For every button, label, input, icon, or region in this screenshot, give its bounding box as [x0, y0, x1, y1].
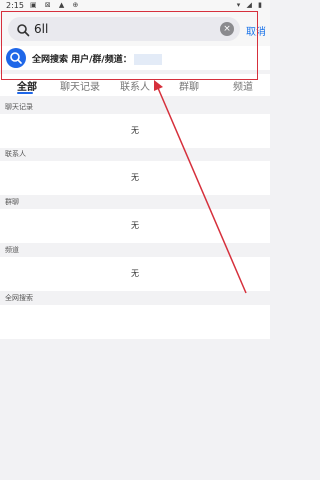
tab-groups[interactable]: 群聊 — [179, 78, 199, 93]
section-header-channels: 频道 — [0, 244, 270, 257]
tab-bar: 全部 聊天记录 联系人 群聊 频道 — [0, 74, 270, 96]
clear-icon[interactable]: × — [220, 22, 234, 36]
section-empty-contacts: 无 — [0, 161, 270, 195]
search-box[interactable]: × — [8, 17, 240, 41]
tab-chat-records[interactable]: 聊天记录 — [60, 78, 100, 93]
global-search-row[interactable]: 全网搜索 用户/群/频道： — [0, 46, 270, 70]
status-time: 2:15 — [6, 1, 24, 10]
section-header-chat-records: 聊天记录 — [0, 101, 270, 114]
global-search-query-blurred — [133, 54, 162, 65]
section-empty-groups: 无 — [0, 209, 270, 243]
global-search-icon — [6, 48, 26, 68]
tab-active-indicator — [17, 92, 33, 94]
search-input[interactable] — [34, 19, 204, 39]
section-header-global-search: 全网搜索 — [0, 292, 270, 305]
global-search-text: 全网搜索 用户/群/频道： — [32, 52, 162, 65]
notification-icons: ▣ ⊠ ▲ ⊕ — [30, 1, 82, 9]
section-global-search-body — [0, 305, 270, 339]
system-icons: ▾ ◢ ▮ — [236, 1, 264, 9]
section-empty-chat-records: 无 — [0, 114, 270, 148]
search-header: × 取消 — [0, 12, 270, 46]
status-bar: 2:15 ▣ ⊠ ▲ ⊕ ▾ ◢ ▮ — [0, 0, 270, 12]
search-icon — [16, 22, 30, 37]
tab-all[interactable]: 全部 — [17, 78, 37, 93]
section-header-groups: 群聊 — [0, 196, 270, 209]
tab-channels[interactable]: 频道 — [233, 78, 253, 93]
section-empty-channels: 无 — [0, 257, 270, 291]
cancel-button[interactable]: 取消 — [246, 23, 266, 38]
tab-contacts[interactable]: 联系人 — [120, 78, 150, 93]
global-search-label: 全网搜索 用户/群/频道： — [32, 55, 132, 65]
section-header-contacts: 联系人 — [0, 148, 270, 161]
